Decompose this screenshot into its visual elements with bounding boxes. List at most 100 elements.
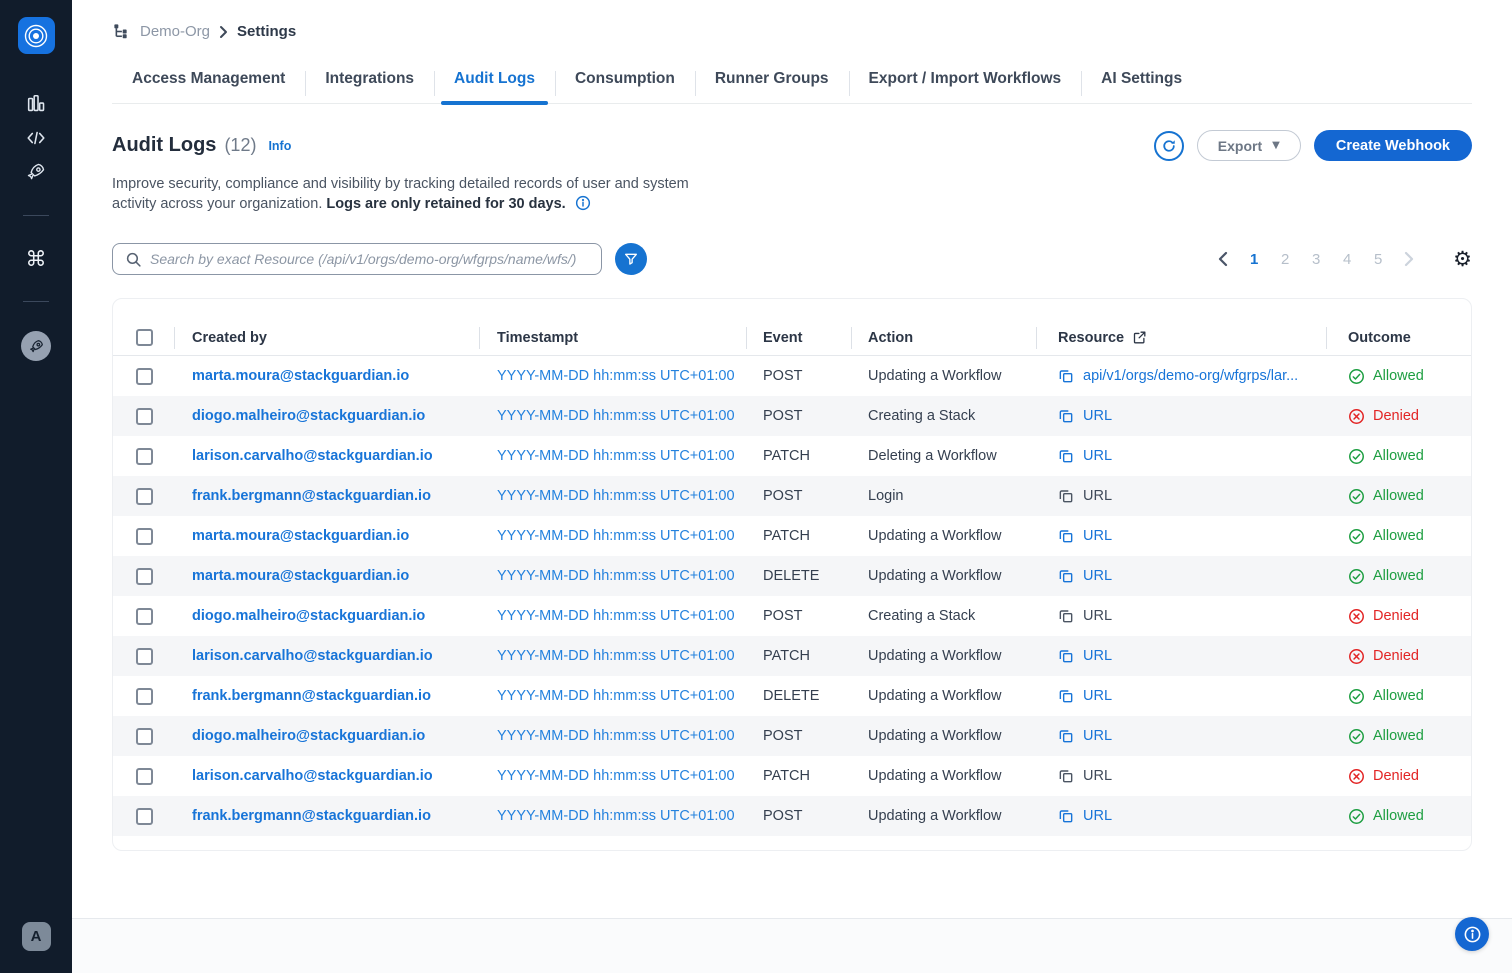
resource-link[interactable]: URL — [1037, 408, 1327, 424]
copy-icon[interactable] — [1058, 408, 1074, 424]
timestamp-link[interactable]: YYYY-MM-DD hh:mm:ss UTC+01:00 — [480, 568, 747, 584]
page-number[interactable]: 3 — [1305, 249, 1327, 270]
outcome-badge: Denied — [1327, 408, 1471, 425]
row-checkbox[interactable] — [136, 568, 153, 585]
row-checkbox[interactable] — [136, 368, 153, 385]
row-checkbox[interactable] — [136, 608, 153, 625]
resource-link[interactable]: URL — [1037, 608, 1327, 624]
resource-link[interactable]: URL — [1037, 728, 1327, 744]
copy-icon[interactable] — [1058, 688, 1074, 704]
timestamp-link[interactable]: YYYY-MM-DD hh:mm:ss UTC+01:00 — [480, 488, 747, 504]
refresh-button[interactable] — [1154, 131, 1184, 161]
select-all-checkbox[interactable] — [136, 329, 153, 346]
row-checkbox[interactable] — [136, 528, 153, 545]
copy-icon[interactable] — [1058, 368, 1074, 384]
external-link-icon[interactable] — [1132, 330, 1147, 345]
column-header-created-by: Created by — [175, 320, 480, 355]
table-settings-gear-icon[interactable]: ⚙ — [1453, 249, 1472, 270]
create-webhook-button[interactable]: Create Webhook — [1314, 130, 1472, 161]
timestamp-link[interactable]: YYYY-MM-DD hh:mm:ss UTC+01:00 — [480, 528, 747, 544]
resource-link[interactable]: api/v1/orgs/demo-org/wfgrps/lar... — [1037, 368, 1327, 384]
copy-icon[interactable] — [1058, 528, 1074, 544]
row-checkbox[interactable] — [136, 808, 153, 825]
tab-audit-logs[interactable]: Audit Logs — [434, 70, 555, 103]
breadcrumb-org[interactable]: Demo-Org — [140, 23, 210, 40]
brand-logo-icon[interactable] — [18, 17, 55, 54]
sidebar-item-launch[interactable] — [18, 155, 54, 189]
sidebar-item-code[interactable] — [18, 121, 54, 155]
created-by-link[interactable]: diogo.malheiro@stackguardian.io — [175, 728, 480, 744]
created-by-link[interactable]: marta.moura@stackguardian.io — [175, 568, 480, 584]
page-number[interactable]: 1 — [1243, 249, 1265, 270]
created-by-link[interactable]: larison.carvalho@stackguardian.io — [175, 648, 480, 664]
resource-label: URL — [1083, 608, 1112, 624]
timestamp-link[interactable]: YYYY-MM-DD hh:mm:ss UTC+01:00 — [480, 608, 747, 624]
copy-icon[interactable] — [1058, 768, 1074, 784]
row-checkbox[interactable] — [136, 488, 153, 505]
row-checkbox[interactable] — [136, 648, 153, 665]
export-button[interactable]: Export ▼ — [1197, 130, 1301, 161]
copy-icon[interactable] — [1058, 608, 1074, 624]
created-by-link[interactable]: marta.moura@stackguardian.io — [175, 528, 480, 544]
copy-icon[interactable] — [1058, 568, 1074, 584]
timestamp-link[interactable]: YYYY-MM-DD hh:mm:ss UTC+01:00 — [480, 688, 747, 704]
timestamp-link[interactable]: YYYY-MM-DD hh:mm:ss UTC+01:00 — [480, 728, 747, 744]
page-next-button[interactable] — [1398, 248, 1420, 270]
timestamp-link[interactable]: YYYY-MM-DD hh:mm:ss UTC+01:00 — [480, 368, 747, 384]
resource-link[interactable]: URL — [1037, 808, 1327, 824]
resource-link[interactable]: URL — [1037, 768, 1327, 784]
copy-icon[interactable] — [1058, 648, 1074, 664]
timestamp-link[interactable]: YYYY-MM-DD hh:mm:ss UTC+01:00 — [480, 408, 747, 424]
created-by-link[interactable]: frank.bergmann@stackguardian.io — [175, 808, 480, 824]
resource-label: URL — [1083, 688, 1112, 704]
copy-icon[interactable] — [1058, 808, 1074, 824]
resource-link[interactable]: URL — [1037, 688, 1327, 704]
created-by-link[interactable]: larison.carvalho@stackguardian.io — [175, 768, 480, 784]
filter-button[interactable] — [615, 243, 647, 275]
timestamp-link[interactable]: YYYY-MM-DD hh:mm:ss UTC+01:00 — [480, 648, 747, 664]
row-checkbox[interactable] — [136, 768, 153, 785]
tab-integrations[interactable]: Integrations — [305, 70, 434, 103]
created-by-link[interactable]: frank.bergmann@stackguardian.io — [175, 688, 480, 704]
tab-ai-settings[interactable]: AI Settings — [1081, 70, 1202, 103]
action-value: Updating a Workflow — [852, 768, 1037, 784]
user-avatar[interactable]: A — [22, 922, 51, 951]
help-info-button[interactable] — [1455, 917, 1489, 951]
sidebar-item-command-palette[interactable]: ⌘ — [18, 242, 54, 276]
tab-consumption[interactable]: Consumption — [555, 70, 695, 103]
sidebar-item-dashboards[interactable] — [18, 87, 54, 121]
tab-access-management[interactable]: Access Management — [112, 70, 305, 103]
tab-export-import-workflows[interactable]: Export / Import Workflows — [849, 70, 1082, 103]
search-input[interactable] — [150, 251, 589, 267]
info-link[interactable]: Info — [268, 139, 291, 153]
copy-icon[interactable] — [1058, 728, 1074, 744]
timestamp-link[interactable]: YYYY-MM-DD hh:mm:ss UTC+01:00 — [480, 808, 747, 824]
created-by-link[interactable]: larison.carvalho@stackguardian.io — [175, 448, 480, 464]
info-circle-icon[interactable] — [575, 195, 591, 217]
page-number[interactable]: 2 — [1274, 249, 1296, 270]
row-checkbox[interactable] — [136, 408, 153, 425]
created-by-link[interactable]: marta.moura@stackguardian.io — [175, 368, 480, 384]
breadcrumb-page: Settings — [237, 23, 296, 40]
page-prev-button[interactable] — [1212, 248, 1234, 270]
created-by-link[interactable]: frank.bergmann@stackguardian.io — [175, 488, 480, 504]
page-number[interactable]: 4 — [1336, 249, 1358, 270]
sidebar-workspace-avatar[interactable] — [21, 331, 51, 361]
action-value: Deleting a Workflow — [852, 448, 1037, 464]
created-by-link[interactable]: diogo.malheiro@stackguardian.io — [175, 408, 480, 424]
resource-link[interactable]: URL — [1037, 528, 1327, 544]
row-checkbox[interactable] — [136, 728, 153, 745]
timestamp-link[interactable]: YYYY-MM-DD hh:mm:ss UTC+01:00 — [480, 448, 747, 464]
row-checkbox[interactable] — [136, 448, 153, 465]
tab-runner-groups[interactable]: Runner Groups — [695, 70, 849, 103]
resource-link[interactable]: URL — [1037, 648, 1327, 664]
resource-link[interactable]: URL — [1037, 448, 1327, 464]
resource-link[interactable]: URL — [1037, 488, 1327, 504]
resource-link[interactable]: URL — [1037, 568, 1327, 584]
copy-icon[interactable] — [1058, 488, 1074, 504]
timestamp-link[interactable]: YYYY-MM-DD hh:mm:ss UTC+01:00 — [480, 768, 747, 784]
copy-icon[interactable] — [1058, 448, 1074, 464]
created-by-link[interactable]: diogo.malheiro@stackguardian.io — [175, 608, 480, 624]
row-checkbox[interactable] — [136, 688, 153, 705]
page-number[interactable]: 5 — [1367, 249, 1389, 270]
